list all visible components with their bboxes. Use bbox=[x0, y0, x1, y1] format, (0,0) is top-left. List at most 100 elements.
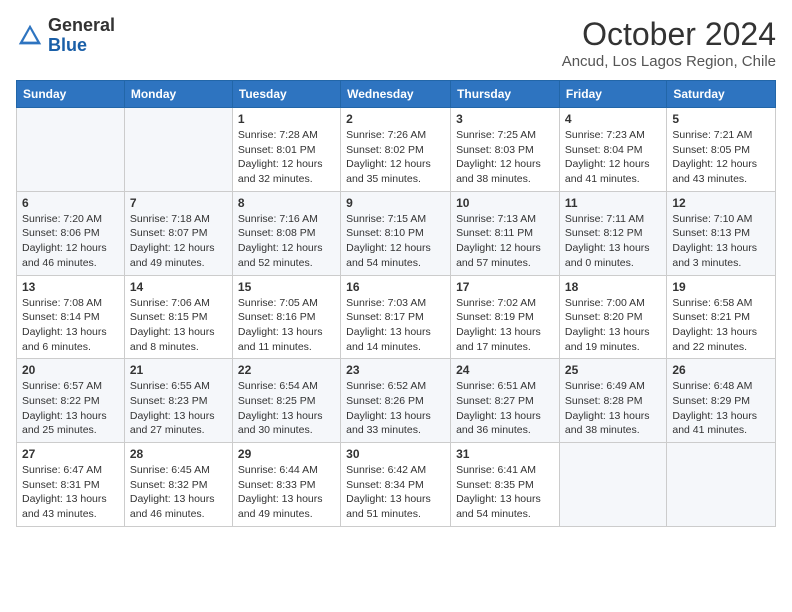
day-number: 31 bbox=[456, 447, 554, 461]
day-number: 2 bbox=[346, 112, 445, 126]
day-number: 18 bbox=[565, 280, 661, 294]
calendar-cell: 21 Sunrise: 6:55 AMSunset: 8:23 PMDayligh… bbox=[124, 359, 232, 443]
header-cell-wednesday: Wednesday bbox=[341, 81, 451, 108]
day-detail: Sunrise: 6:47 AMSunset: 8:31 PMDaylight:… bbox=[22, 463, 119, 522]
calendar-cell: 18 Sunrise: 7:00 AMSunset: 8:20 PMDayligh… bbox=[559, 275, 666, 359]
month-year-title: October 2024 bbox=[562, 16, 776, 53]
calendar-cell: 4 Sunrise: 7:23 AMSunset: 8:04 PMDaylight… bbox=[559, 108, 666, 192]
calendar-header-row: SundayMondayTuesdayWednesdayThursdayFrid… bbox=[17, 81, 776, 108]
day-detail: Sunrise: 7:18 AMSunset: 8:07 PMDaylight:… bbox=[130, 212, 227, 271]
day-number: 20 bbox=[22, 363, 119, 377]
calendar-week-row: 20 Sunrise: 6:57 AMSunset: 8:22 PMDayligh… bbox=[17, 359, 776, 443]
calendar-cell: 16 Sunrise: 7:03 AMSunset: 8:17 PMDayligh… bbox=[341, 275, 451, 359]
calendar-cell: 26 Sunrise: 6:48 AMSunset: 8:29 PMDayligh… bbox=[667, 359, 776, 443]
day-number: 3 bbox=[456, 112, 554, 126]
calendar-week-row: 6 Sunrise: 7:20 AMSunset: 8:06 PMDaylight… bbox=[17, 191, 776, 275]
day-detail: Sunrise: 7:23 AMSunset: 8:04 PMDaylight:… bbox=[565, 128, 661, 187]
day-number: 4 bbox=[565, 112, 661, 126]
calendar-cell: 14 Sunrise: 7:06 AMSunset: 8:15 PMDayligh… bbox=[124, 275, 232, 359]
day-detail: Sunrise: 7:20 AMSunset: 8:06 PMDaylight:… bbox=[22, 212, 119, 271]
calendar-cell: 1 Sunrise: 7:28 AMSunset: 8:01 PMDaylight… bbox=[232, 108, 340, 192]
day-number: 15 bbox=[238, 280, 335, 294]
day-number: 23 bbox=[346, 363, 445, 377]
day-detail: Sunrise: 6:57 AMSunset: 8:22 PMDaylight:… bbox=[22, 379, 119, 438]
calendar-cell: 25Sunrise: 6:49 AMSunset: 8:28 PMDayligh… bbox=[559, 359, 666, 443]
day-detail: Sunrise: 7:10 AMSunset: 8:13 PMDaylight:… bbox=[672, 212, 770, 271]
calendar-cell bbox=[17, 108, 125, 192]
logo-blue: Blue bbox=[48, 35, 87, 55]
calendar-cell: 20 Sunrise: 6:57 AMSunset: 8:22 PMDayligh… bbox=[17, 359, 125, 443]
day-detail: Sunrise: 7:03 AMSunset: 8:17 PMDaylight:… bbox=[346, 296, 445, 355]
title-block: October 2024 Ancud, Los Lagos Region, Ch… bbox=[562, 16, 776, 70]
calendar-cell: 28 Sunrise: 6:45 AMSunset: 8:32 PMDayligh… bbox=[124, 443, 232, 527]
day-detail: Sunrise: 6:45 AMSunset: 8:32 PMDaylight:… bbox=[130, 463, 227, 522]
day-number: 5 bbox=[672, 112, 770, 126]
day-detail: Sunrise: 6:48 AMSunset: 8:29 PMDaylight:… bbox=[672, 379, 770, 438]
day-number: 29 bbox=[238, 447, 335, 461]
day-number: 17 bbox=[456, 280, 554, 294]
calendar-cell: 15 Sunrise: 7:05 AMSunset: 8:16 PMDayligh… bbox=[232, 275, 340, 359]
calendar-cell: 23 Sunrise: 6:52 AMSunset: 8:26 PMDayligh… bbox=[341, 359, 451, 443]
day-number: 19 bbox=[672, 280, 770, 294]
calendar-cell: 3 Sunrise: 7:25 AMSunset: 8:03 PMDaylight… bbox=[451, 108, 560, 192]
calendar-body: 1 Sunrise: 7:28 AMSunset: 8:01 PMDaylight… bbox=[17, 108, 776, 527]
day-number: 21 bbox=[130, 363, 227, 377]
calendar-cell: 29Sunrise: 6:44 AMSunset: 8:33 PMDayligh… bbox=[232, 443, 340, 527]
day-detail: Sunrise: 6:42 AMSunset: 8:34 PMDaylight:… bbox=[346, 463, 445, 522]
calendar-cell bbox=[667, 443, 776, 527]
header-cell-monday: Monday bbox=[124, 81, 232, 108]
day-detail: Sunrise: 7:25 AMSunset: 8:03 PMDaylight:… bbox=[456, 128, 554, 187]
day-number: 12 bbox=[672, 196, 770, 210]
calendar-cell: 9Sunrise: 7:15 AMSunset: 8:10 PMDaylight… bbox=[341, 191, 451, 275]
day-number: 14 bbox=[130, 280, 227, 294]
day-number: 11 bbox=[565, 196, 661, 210]
calendar-cell: 27Sunrise: 6:47 AMSunset: 8:31 PMDayligh… bbox=[17, 443, 125, 527]
day-detail: Sunrise: 6:55 AMSunset: 8:23 PMDaylight:… bbox=[130, 379, 227, 438]
calendar-week-row: 1 Sunrise: 7:28 AMSunset: 8:01 PMDaylight… bbox=[17, 108, 776, 192]
page-header: General Blue October 2024 Ancud, Los Lag… bbox=[16, 16, 776, 70]
day-detail: Sunrise: 6:52 AMSunset: 8:26 PMDaylight:… bbox=[346, 379, 445, 438]
calendar-cell: 17 Sunrise: 7:02 AMSunset: 8:19 PMDayligh… bbox=[451, 275, 560, 359]
day-number: 22 bbox=[238, 363, 335, 377]
day-detail: Sunrise: 7:00 AMSunset: 8:20 PMDaylight:… bbox=[565, 296, 661, 355]
day-detail: Sunrise: 6:41 AMSunset: 8:35 PMDaylight:… bbox=[456, 463, 554, 522]
day-detail: Sunrise: 7:05 AMSunset: 8:16 PMDaylight:… bbox=[238, 296, 335, 355]
day-detail: Sunrise: 7:28 AMSunset: 8:01 PMDaylight:… bbox=[238, 128, 335, 187]
day-detail: Sunrise: 6:54 AMSunset: 8:25 PMDaylight:… bbox=[238, 379, 335, 438]
location-subtitle: Ancud, Los Lagos Region, Chile bbox=[562, 53, 776, 70]
calendar-week-row: 13Sunrise: 7:08 AMSunset: 8:14 PMDayligh… bbox=[17, 275, 776, 359]
calendar-week-row: 27Sunrise: 6:47 AMSunset: 8:31 PMDayligh… bbox=[17, 443, 776, 527]
day-detail: Sunrise: 6:58 AMSunset: 8:21 PMDaylight:… bbox=[672, 296, 770, 355]
day-detail: Sunrise: 7:11 AMSunset: 8:12 PMDaylight:… bbox=[565, 212, 661, 271]
calendar-cell: 31 Sunrise: 6:41 AMSunset: 8:35 PMDayligh… bbox=[451, 443, 560, 527]
day-number: 6 bbox=[22, 196, 119, 210]
calendar-cell: 5 Sunrise: 7:21 AMSunset: 8:05 PMDaylight… bbox=[667, 108, 776, 192]
day-number: 16 bbox=[346, 280, 445, 294]
calendar-cell: 24Sunrise: 6:51 AMSunset: 8:27 PMDayligh… bbox=[451, 359, 560, 443]
calendar-cell: 30 Sunrise: 6:42 AMSunset: 8:34 PMDayligh… bbox=[341, 443, 451, 527]
header-cell-thursday: Thursday bbox=[451, 81, 560, 108]
day-detail: Sunrise: 7:16 AMSunset: 8:08 PMDaylight:… bbox=[238, 212, 335, 271]
logo-general: General bbox=[48, 15, 115, 35]
logo-text: General Blue bbox=[48, 16, 115, 56]
calendar-cell: 19 Sunrise: 6:58 AMSunset: 8:21 PMDayligh… bbox=[667, 275, 776, 359]
day-number: 7 bbox=[130, 196, 227, 210]
day-number: 1 bbox=[238, 112, 335, 126]
calendar-cell: 6 Sunrise: 7:20 AMSunset: 8:06 PMDaylight… bbox=[17, 191, 125, 275]
day-number: 26 bbox=[672, 363, 770, 377]
calendar-cell: 10 Sunrise: 7:13 AMSunset: 8:11 PMDayligh… bbox=[451, 191, 560, 275]
day-detail: Sunrise: 7:02 AMSunset: 8:19 PMDaylight:… bbox=[456, 296, 554, 355]
day-number: 30 bbox=[346, 447, 445, 461]
day-detail: Sunrise: 7:26 AMSunset: 8:02 PMDaylight:… bbox=[346, 128, 445, 187]
day-detail: Sunrise: 7:21 AMSunset: 8:05 PMDaylight:… bbox=[672, 128, 770, 187]
calendar-cell: 12 Sunrise: 7:10 AMSunset: 8:13 PMDayligh… bbox=[667, 191, 776, 275]
day-detail: Sunrise: 7:13 AMSunset: 8:11 PMDaylight:… bbox=[456, 212, 554, 271]
header-cell-sunday: Sunday bbox=[17, 81, 125, 108]
header-cell-saturday: Saturday bbox=[667, 81, 776, 108]
day-number: 9 bbox=[346, 196, 445, 210]
day-detail: Sunrise: 7:06 AMSunset: 8:15 PMDaylight:… bbox=[130, 296, 227, 355]
day-detail: Sunrise: 7:08 AMSunset: 8:14 PMDaylight:… bbox=[22, 296, 119, 355]
day-number: 10 bbox=[456, 196, 554, 210]
day-number: 28 bbox=[130, 447, 227, 461]
calendar-cell bbox=[559, 443, 666, 527]
